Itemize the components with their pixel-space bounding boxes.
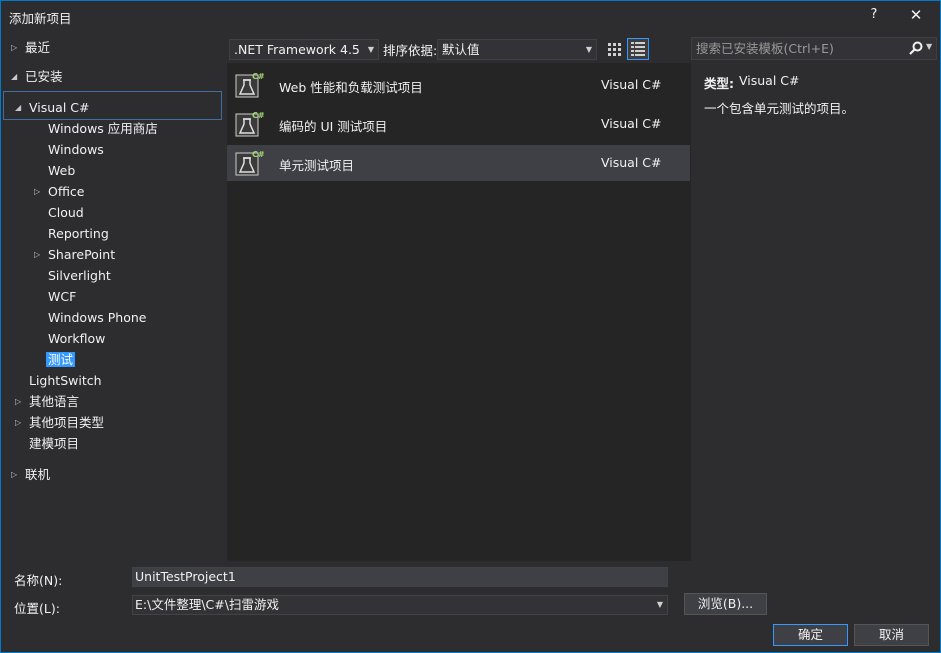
tree-item-online[interactable]: ▷ 联机 [11, 464, 50, 485]
expand-arrow-icon[interactable]: ▷ [11, 37, 21, 58]
location-label: 位置(L): [14, 601, 60, 616]
tree-item-label: 测试 [46, 352, 76, 367]
collapse-arrow-icon[interactable]: ◢ [11, 66, 21, 87]
framework-select[interactable]: .NET Framework 4.5 ▼ [229, 39, 379, 60]
dialog-title: 添加新项目 [9, 11, 72, 26]
expand-arrow-icon[interactable]: ▷ [11, 464, 21, 485]
template-language: Visual C# [601, 155, 662, 170]
tree-item-workflow[interactable]: Workflow [48, 328, 105, 349]
tree-item-recent[interactable]: ▷ 最近 [11, 37, 50, 58]
tree-item-modeling[interactable]: 建模项目 [29, 433, 79, 454]
add-new-project-dialog: 添加新项目 ? ✕ ▷ 最近 ◢ 已安装 ◢ Visual C# Windows… [0, 0, 941, 653]
chevron-down-icon: ▼ [585, 45, 592, 54]
tree-item-silverlight[interactable]: Silverlight [48, 265, 111, 286]
expand-arrow-icon[interactable]: ▷ [15, 391, 25, 412]
tree-item-windows-phone[interactable]: Windows Phone [48, 307, 147, 328]
tree-item-other-project-types[interactable]: ▷ 其他项目类型 [15, 412, 104, 433]
csharp-test-flask-icon: C# [235, 72, 265, 98]
chevron-down-icon[interactable]: ▼ [926, 42, 932, 51]
ok-button[interactable]: 确定 [773, 624, 848, 646]
template-item-coded-ui[interactable]: C# 编码的 UI 测试项目 Visual C# [227, 106, 690, 142]
template-item-web-performance[interactable]: C# Web 性能和负载测试项目 Visual C# [227, 67, 690, 103]
help-button[interactable]: ? [863, 4, 885, 26]
sort-select-value: 默认值 [442, 42, 480, 57]
tree-item-label: 最近 [25, 40, 51, 55]
browse-button[interactable]: 浏览(B)... [684, 593, 767, 615]
sort-by-label: 排序依据: [383, 43, 438, 58]
type-label: 类型: [704, 76, 734, 91]
csharp-test-flask-icon: C# [235, 111, 265, 137]
template-details-panel: 类型: Visual C# 一个包含单元测试的项目。 [691, 63, 941, 561]
tree-item-label: 已安装 [25, 69, 63, 84]
location-value: E:\文件整理\C#\扫雷游戏 [135, 597, 279, 612]
template-name: 单元测试项目 [279, 158, 355, 173]
tree-item-test[interactable]: 测试 [46, 349, 76, 370]
tree-item-windows-store[interactable]: Windows 应用商店 [48, 118, 158, 139]
tree-item-label: 其他项目类型 [29, 415, 105, 430]
close-button[interactable]: ✕ [905, 4, 927, 26]
tree-item-label: Office [48, 184, 85, 199]
sort-select[interactable]: 默认值 ▼ [437, 39, 597, 60]
tree-item-lightswitch[interactable]: LightSwitch [29, 370, 102, 391]
tree-item-windows[interactable]: Windows [48, 139, 104, 160]
name-field[interactable]: UnitTestProject1 [132, 567, 668, 587]
location-select[interactable]: E:\文件整理\C#\扫雷游戏 ▼ [132, 595, 668, 615]
tree-item-label: SharePoint [48, 247, 116, 262]
tree-item-visual-csharp[interactable]: ◢ Visual C# [15, 97, 90, 118]
cancel-button[interactable]: 取消 [854, 624, 929, 646]
tree-item-cloud[interactable]: Cloud [48, 202, 84, 223]
svg-text:C#: C# [252, 72, 265, 81]
tree-item-web[interactable]: Web [48, 160, 75, 181]
title-bar: 添加新项目 ? ✕ [1, 1, 940, 31]
expand-arrow-icon[interactable]: ▷ [34, 244, 44, 265]
template-name: 编码的 UI 测试项目 [279, 119, 388, 134]
small-icons-view-button[interactable] [603, 38, 625, 60]
tree-item-wcf[interactable]: WCF [48, 286, 76, 307]
search-input[interactable] [692, 38, 902, 59]
tree-item-label: 联机 [25, 467, 51, 482]
small-icons-view-icon [608, 43, 621, 56]
tree-item-other-languages[interactable]: ▷ 其他语言 [15, 391, 79, 412]
list-view-icon [631, 42, 645, 56]
list-view-button[interactable] [627, 38, 649, 60]
template-item-unit-test[interactable]: C# 单元测试项目 Visual C# [227, 145, 690, 181]
chevron-down-icon: ▼ [656, 600, 663, 609]
name-label: 名称(N): [14, 573, 63, 588]
search-box: ▼ [691, 37, 937, 60]
tree-item-label: 其他语言 [29, 394, 80, 409]
tree-item-sharepoint[interactable]: ▷ SharePoint [34, 244, 115, 265]
expand-arrow-icon[interactable]: ▷ [34, 181, 44, 202]
template-language: Visual C# [601, 116, 662, 131]
collapse-arrow-icon[interactable]: ◢ [15, 97, 25, 118]
template-category-tree: ▷ 最近 ◢ 已安装 ◢ Visual C# Windows 应用商店 Wind… [1, 31, 223, 561]
chevron-down-icon: ▼ [367, 45, 374, 54]
framework-select-value: .NET Framework 4.5 [234, 42, 360, 57]
csharp-test-flask-icon: C# [235, 150, 265, 176]
type-value: Visual C# [739, 73, 800, 88]
tree-item-label: Visual C# [29, 100, 90, 115]
svg-text:C#: C# [252, 111, 265, 120]
tree-item-office[interactable]: ▷ Office [34, 181, 85, 202]
template-name: Web 性能和负载测试项目 [279, 80, 423, 95]
expand-arrow-icon[interactable]: ▷ [15, 412, 25, 433]
template-language: Visual C# [601, 77, 662, 92]
search-icon[interactable] [908, 40, 924, 56]
tree-item-reporting[interactable]: Reporting [48, 223, 109, 244]
svg-text:C#: C# [252, 150, 265, 159]
template-toolbar: .NET Framework 4.5 ▼ 排序依据: 默认值 ▼ [227, 37, 691, 61]
template-list: C# Web 性能和负载测试项目 Visual C# C# 编码的 UI 测试项… [227, 63, 691, 561]
tree-item-installed[interactable]: ◢ 已安装 [11, 66, 63, 87]
template-description: 一个包含单元测试的项目。 [704, 101, 855, 116]
